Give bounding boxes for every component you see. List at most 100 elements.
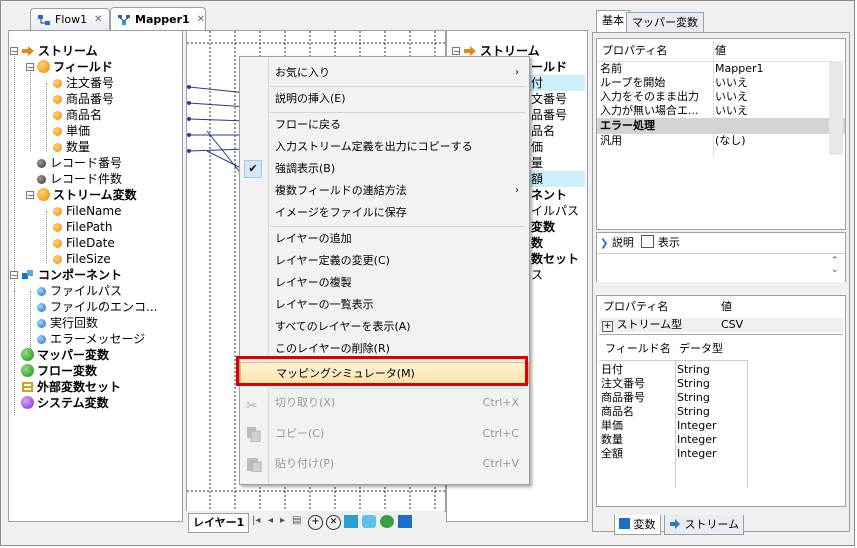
delete-layer-icon[interactable]: ✕ (326, 515, 341, 530)
tree-item[interactable]: 量 (531, 155, 543, 171)
field-type[interactable]: String (677, 363, 710, 377)
tree-item[interactable]: 価 (531, 139, 543, 155)
menu-item-insert-description[interactable]: 説明の挿入(E) (240, 88, 529, 110)
tree-item-stream[interactable]: ストリーム (21, 43, 98, 59)
tab-mapper-variables[interactable]: マッパー変数 (626, 12, 704, 32)
tree-item[interactable]: イルパス (531, 203, 579, 219)
tree-item-stream-variables[interactable]: ストリーム変数 (37, 187, 137, 203)
tab-variables[interactable]: 変数 (614, 515, 661, 535)
collapse-icon[interactable]: − (10, 47, 18, 56)
scroll-arrows-icon[interactable]: ⌃ ⌄ (831, 257, 839, 275)
tree-item-field[interactable]: 注文番号 (53, 75, 114, 91)
tree-item-field[interactable]: 商品名 (53, 107, 102, 123)
collapse-icon[interactable]: − (452, 47, 460, 56)
tree-item-field[interactable]: 商品番号 (53, 91, 114, 107)
property-row[interactable]: 入力をそのまま出力 いいえ (597, 90, 845, 104)
collapse-icon[interactable]: − (26, 63, 34, 72)
tree-item[interactable]: 数セット (531, 251, 579, 267)
menu-item-add-layer[interactable]: レイヤーの追加 (240, 228, 529, 250)
tree-item[interactable]: ネント (531, 187, 567, 203)
menu-item-copy-input-definition[interactable]: 入力ストリーム定義を出力にコピーする (240, 136, 529, 158)
menu-item-concat-method[interactable]: 複数フィールドの連結方法 › (240, 180, 529, 202)
close-icon[interactable]: ✕ (94, 14, 102, 25)
tree-item-system-vars[interactable]: システム変数 (21, 395, 109, 411)
field-type[interactable]: Integer (677, 447, 717, 461)
tab-stream[interactable]: ストリーム (664, 515, 745, 535)
tree-item-variable[interactable]: FilePath (53, 219, 112, 235)
menu-item-change-layer[interactable]: レイヤー定義の変更(C) (240, 250, 529, 272)
field-name[interactable]: 単価 (601, 419, 623, 433)
copy-layer-icon[interactable] (362, 515, 376, 528)
tab-basic[interactable]: 基本 (596, 10, 630, 32)
menu-item-cut[interactable]: ✂ 切り取り(X) Ctrl+X (240, 392, 529, 414)
tree-item[interactable]: 額 (531, 171, 543, 187)
layer-nav-next[interactable]: ▸ (280, 515, 285, 526)
tree-item-component-var[interactable]: 実行回数 (37, 315, 98, 331)
tree-item-component-var[interactable]: ファイルのエンコ... (37, 299, 157, 315)
add-layer-icon[interactable]: + (308, 515, 323, 530)
tree-item[interactable]: 変数 (531, 219, 555, 235)
tree-item-component-var[interactable]: エラーメッセージ (37, 331, 145, 347)
scrollbar[interactable] (829, 61, 843, 155)
tree-item[interactable]: 文番号 (531, 91, 567, 107)
field-type[interactable]: Integer (677, 433, 717, 447)
description-text-area[interactable] (597, 253, 845, 282)
tab-flow1[interactable]: Flow1 ✕ (30, 8, 110, 30)
layer-nav-first[interactable]: |◂ (252, 515, 260, 526)
layer-tab[interactable]: レイヤー1 (188, 513, 250, 533)
tree-item-field[interactable]: 数量 (53, 139, 90, 155)
tree-item-record-number[interactable]: レコード番号 (37, 155, 122, 171)
tree-item-record-count[interactable]: レコード件数 (37, 171, 122, 187)
tree-item-field[interactable]: 単価 (53, 123, 90, 139)
layer-nav-prev[interactable]: ◂ (268, 515, 273, 526)
menu-item-paste[interactable]: 貼り付け(P) Ctrl+V (240, 453, 529, 475)
tree-item-flow-vars[interactable]: フロー変数 (21, 363, 97, 379)
mapper-layer-icon[interactable] (398, 515, 412, 528)
property-row[interactable]: 汎用 (なし) (597, 134, 845, 148)
menu-item-copy[interactable]: コピー(C) Ctrl+C (240, 423, 529, 445)
property-row[interactable]: ループを開始 いいえ (597, 76, 845, 90)
field-type[interactable]: String (677, 405, 710, 419)
menu-item-show-all-layers[interactable]: すべてのレイヤーを表示(A) (240, 316, 529, 338)
tree-item[interactable]: 品名 (531, 123, 555, 139)
show-checkbox[interactable] (641, 235, 655, 248)
chevron-down-icon[interactable]: ❯ (600, 238, 608, 249)
tree-item-fields[interactable]: フィールド (37, 59, 113, 75)
property-row[interactable]: 名前 Mapper1 (597, 62, 845, 76)
expand-icon[interactable]: + (602, 321, 613, 332)
close-icon[interactable]: ✕ (197, 14, 205, 25)
property-grid[interactable]: プロパティ名 値 名前 Mapper1 ループを開始 いいえ 入力をそのまま出力 いい… (596, 38, 846, 230)
field-name[interactable]: 数量 (601, 433, 623, 447)
tree-item[interactable]: 付 (531, 75, 543, 91)
field-name[interactable]: 注文番号 (601, 377, 645, 391)
field-name[interactable]: 商品名 (601, 405, 634, 419)
property-row[interactable]: 入力が無い場合エ... いいえ (597, 104, 845, 118)
tree-item-mapper-vars[interactable]: マッパー変数 (21, 347, 109, 363)
tree-item-variable[interactable]: FileDate (53, 235, 115, 251)
view-layer-icon[interactable] (380, 515, 394, 528)
menu-item-duplicate-layer[interactable]: レイヤーの複製 (240, 272, 529, 294)
menu-item-favorites[interactable]: お気に入り › (240, 62, 529, 84)
tree-item-component[interactable]: コンポーネント (21, 267, 122, 283)
tree-item-external-vars[interactable]: 外部変数セット (21, 379, 121, 395)
menu-item-back-to-flow[interactable]: フローに戻る (240, 114, 529, 136)
layer-list-icon[interactable]: ▤ (292, 515, 301, 526)
field-name[interactable]: 日付 (601, 363, 623, 377)
field-name[interactable]: 商品番号 (601, 391, 645, 405)
menu-item-highlight[interactable]: ✔ 強調表示(B) (240, 158, 529, 180)
collapse-icon[interactable]: − (26, 191, 34, 200)
tree-item[interactable]: 数 (531, 235, 543, 251)
tree-item[interactable]: ールド (531, 59, 567, 75)
edit-layer-icon[interactable] (344, 515, 358, 528)
menu-item-list-layers[interactable]: レイヤーの一覧表示 (240, 294, 529, 316)
field-type[interactable]: String (677, 377, 710, 391)
collapse-icon[interactable]: − (10, 271, 18, 280)
tree-item[interactable]: ス (531, 267, 543, 283)
field-name[interactable]: 全額 (601, 447, 623, 461)
tree-item-component-var[interactable]: ファイルパス (37, 283, 122, 299)
tab-mapper1[interactable]: Mapper1 ✕ (110, 7, 206, 31)
stream-properties-panel[interactable]: プロパティ名 値 + ストリーム型 CSV フィールド名 データ型 日付 Str… (596, 295, 846, 507)
field-type[interactable]: Integer (677, 419, 717, 433)
tree-item-variable[interactable]: FileName (53, 203, 121, 219)
tree-item-variable[interactable]: FileSize (53, 251, 111, 267)
